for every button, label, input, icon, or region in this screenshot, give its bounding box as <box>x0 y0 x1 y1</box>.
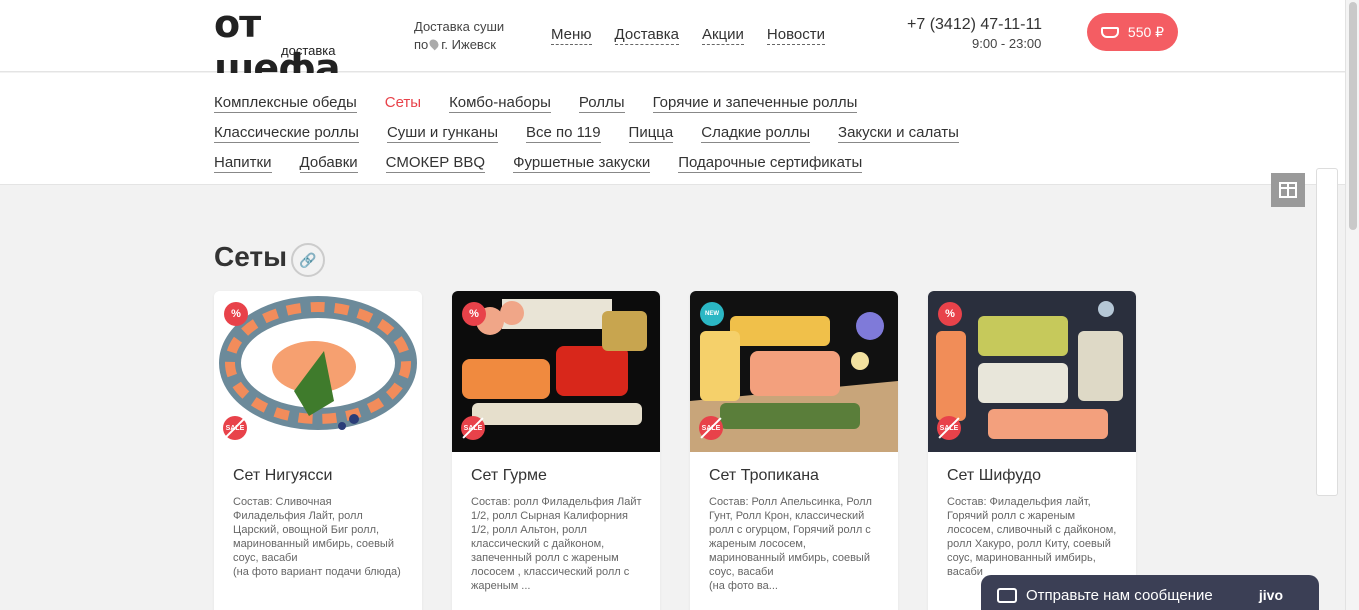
nav-news[interactable]: Новости <box>766 26 825 45</box>
category-row: Классические роллы Суши и гунканы Все по… <box>214 124 959 143</box>
category-rolls[interactable]: Роллы <box>578 94 625 113</box>
scrollbar[interactable] <box>1345 0 1359 610</box>
page-title: Сеты <box>214 241 288 272</box>
product-name[interactable]: Сет Гурме <box>471 467 547 485</box>
product-image[interactable]: % SALE <box>928 291 1136 452</box>
logo-subtitle: доставка <box>281 43 336 58</box>
category-buffet-snacks[interactable]: Фуршетные закуски <box>513 154 651 173</box>
delivery-city[interactable]: г. Ижевск <box>441 37 496 52</box>
category-combo[interactable]: Комбо-наборы <box>449 94 551 113</box>
gift-button[interactable] <box>1271 173 1305 207</box>
category-hot-rolls[interactable]: Горячие и запеченные роллы <box>652 94 858 113</box>
nav-delivery[interactable]: Доставка <box>614 26 679 45</box>
product-image[interactable]: NEW SALE <box>690 291 898 452</box>
delivery-prefix: по <box>414 37 429 52</box>
category-extras[interactable]: Добавки <box>299 154 358 173</box>
chat-widget[interactable]: Отправьте нам сообщение jivo <box>981 575 1319 610</box>
product-card[interactable]: % SALE Сет Гурме Состав: ролл Филадельфи… <box>452 291 660 610</box>
product-description: Состав: ролл Филадельфия Лайт 1/2, ролл … <box>471 495 645 593</box>
nav-promotions[interactable]: Акции <box>701 26 744 45</box>
category-row: Напитки Добавки СМОКЕР BBQ Фуршетные зак… <box>214 154 863 173</box>
cart-total: 550 ₽ <box>1127 23 1165 40</box>
sale-badge: SALE <box>699 416 723 440</box>
link-icon: 🔗 <box>299 251 317 268</box>
delivery-line: Доставка суши <box>414 19 505 34</box>
product-description: Состав: Ролл Апельсинка, Ролл Гунт, Ролл… <box>709 495 883 593</box>
sale-badge: SALE <box>461 416 485 440</box>
gift-icon <box>1279 182 1297 198</box>
discount-badge: % <box>224 302 248 326</box>
basket-icon <box>1100 26 1119 38</box>
category-row: Комплексные обеды Сеты Комбо-наборы Ролл… <box>214 94 858 113</box>
product-note: (на фото вариант подачи блюда) <box>233 566 401 578</box>
logo[interactable]: от шефа доставка <box>214 2 396 90</box>
category-classic-rolls[interactable]: Классические роллы <box>214 124 359 143</box>
category-sets[interactable]: Сеты <box>385 94 421 113</box>
chat-brand: jivo <box>1258 587 1283 603</box>
product-note: (на фото ва... <box>709 580 778 592</box>
product-name[interactable]: Сет Тропикана <box>709 467 819 485</box>
discount-badge: % <box>938 302 962 326</box>
product-description: Состав: Филадельфия лайт, Горячий ролл с… <box>947 495 1121 579</box>
chat-label[interactable]: Отправьте нам сообщение <box>1026 587 1213 604</box>
working-hours: 9:00 - 23:00 <box>972 36 1042 51</box>
cart-button[interactable]: 550 ₽ <box>1087 13 1178 51</box>
product-name[interactable]: Сет Нигуясси <box>233 467 332 485</box>
sale-badge: SALE <box>223 416 247 440</box>
new-badge: NEW <box>700 302 724 326</box>
discount-badge: % <box>462 302 486 326</box>
category-menu: Комплексные обеды Сеты Комбо-наборы Ролл… <box>0 73 1345 185</box>
category-drinks[interactable]: Напитки <box>214 154 272 173</box>
product-name[interactable]: Сет Шифудо <box>947 467 1041 485</box>
product-image[interactable]: % SALE <box>452 291 660 452</box>
copy-link-button[interactable]: 🔗 <box>291 243 325 277</box>
product-card[interactable]: NEW SALE Сет Тропикана Состав: Ролл Апел… <box>690 291 898 610</box>
product-composition: Состав: Филадельфия лайт, Горячий ролл с… <box>947 496 1117 578</box>
category-pizza[interactable]: Пицца <box>628 124 674 143</box>
product-composition: Состав: Сливочная Филадельфия Лайт, ролл… <box>233 496 394 564</box>
top-navigation: Меню Доставка Акции Новости <box>551 26 825 45</box>
product-image[interactable]: % SALE <box>214 291 422 452</box>
scrollbar-thumb[interactable] <box>1349 2 1357 230</box>
sale-badge: SALE <box>937 416 961 440</box>
product-composition: Состав: Ролл Апельсинка, Ролл Гунт, Ролл… <box>709 496 872 578</box>
delivery-note: Доставка суши по г. Ижевск <box>414 18 504 54</box>
category-complex-lunches[interactable]: Комплексные обеды <box>214 94 357 113</box>
product-description: Состав: Сливочная Филадельфия Лайт, ролл… <box>233 495 407 579</box>
product-card[interactable]: % SALE Сет Шифудо Состав: Филадельфия ла… <box>928 291 1136 610</box>
location-pin-icon <box>427 37 441 51</box>
product-composition: Состав: ролл Филадельфия Лайт 1/2, ролл … <box>471 496 642 592</box>
nav-menu[interactable]: Меню <box>551 26 592 45</box>
category-snacks-salads[interactable]: Закуски и салаты <box>838 124 959 143</box>
product-card[interactable]: % SALE Сет Нигуясси Состав: Сливочная Фи… <box>214 291 422 610</box>
side-panel <box>1316 168 1338 496</box>
category-sushi-gunkans[interactable]: Суши и гунканы <box>386 124 498 143</box>
message-icon <box>997 587 1017 603</box>
category-all-119[interactable]: Все по 119 <box>525 124 601 143</box>
phone-number[interactable]: +7 (3412) 47-11-11 <box>907 16 1042 34</box>
category-sweet-rolls[interactable]: Сладкие роллы <box>701 124 811 143</box>
category-gift-certificates[interactable]: Подарочные сертификаты <box>678 154 863 173</box>
site-header: от шефа доставка Доставка суши по г. Ижев… <box>0 0 1345 90</box>
category-smoker-bbq[interactable]: СМОКЕР BBQ <box>385 154 486 173</box>
